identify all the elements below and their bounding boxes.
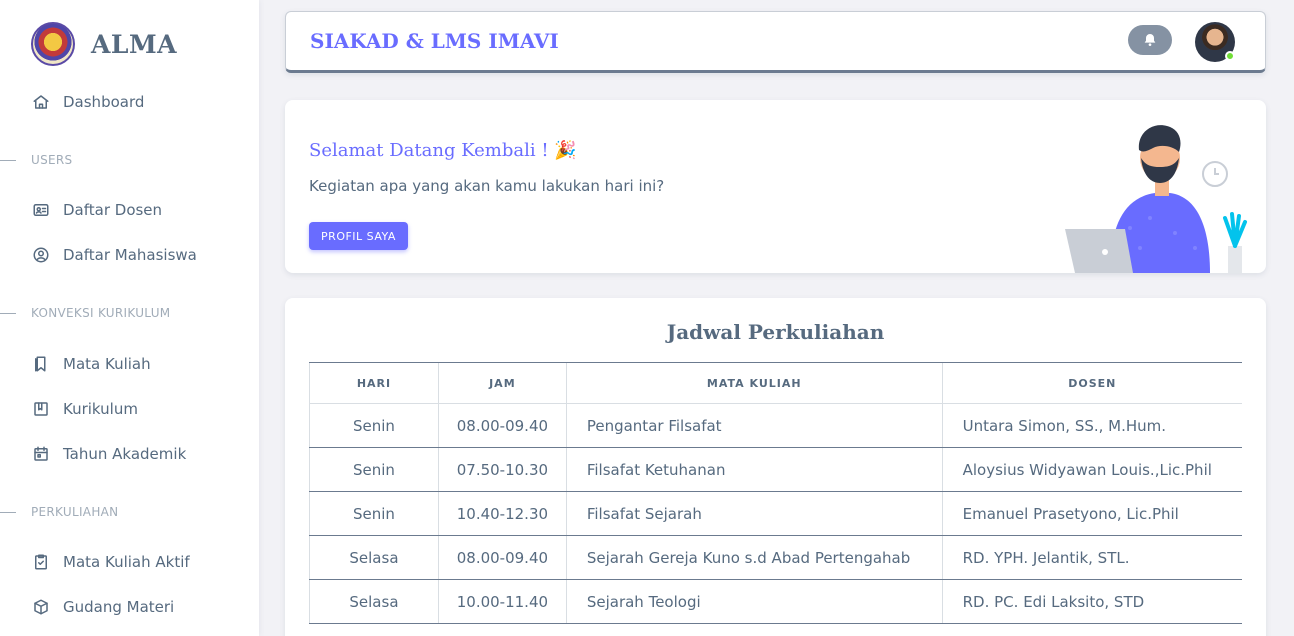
cell-jam: 10.00-11.40 <box>437 579 567 624</box>
app-title: SIAKAD & LMS IMAVI <box>310 29 559 53</box>
section-label: PERKULIAHAN <box>31 505 119 519</box>
id-card-icon <box>31 200 51 220</box>
cell-jam: 08.00-09.40 <box>437 535 567 580</box>
cell-hari: Selasa <box>309 535 439 580</box>
cell-hari: Senin <box>309 403 439 448</box>
sidebar: ALMA Dashboard USERS Daftar Dosen Daftar… <box>0 0 259 636</box>
sidebar-item-label: Daftar Dosen <box>63 201 163 219</box>
column-header-jam: JAM <box>437 362 567 404</box>
cell-hari: Senin <box>309 491 439 536</box>
cell-hari: Selasa <box>309 579 439 624</box>
clipboard-check-icon <box>31 552 51 572</box>
notification-button[interactable] <box>1128 25 1172 55</box>
cell-mata-kuliah: Filsafat Ketuhanan <box>565 447 943 492</box>
sidebar-item-label: Mata Kuliah Aktif <box>63 553 190 571</box>
sidebar-item-gudang-materi[interactable]: Gudang Materi <box>31 595 174 619</box>
sidebar-item-label: Kurikulum <box>63 400 138 418</box>
top-navbar: SIAKAD & LMS IMAVI <box>285 11 1266 73</box>
section-konveksi-kurikulum: KONVEKSI KURIKULUM <box>0 306 170 320</box>
sidebar-item-label: Tahun Akademik <box>63 445 187 463</box>
table-row: Senin 08.00-09.40 Pengantar Filsafat Unt… <box>309 403 1242 448</box>
book-icon <box>31 399 51 419</box>
online-status-dot <box>1225 51 1235 61</box>
table-row: Selasa 08.00-09.40 Sejarah Gereja Kuno s… <box>309 535 1242 580</box>
brand[interactable]: ALMA <box>31 22 177 66</box>
brand-name: ALMA <box>91 29 178 59</box>
table-row: Senin 07.50-10.30 Filsafat Ketuhanan Alo… <box>309 447 1242 492</box>
user-avatar[interactable] <box>1195 22 1235 62</box>
welcome-card: Selamat Datang Kembali ! 🎉 Kegiatan apa … <box>285 100 1266 273</box>
cell-jam: 07.50-10.30 <box>437 447 567 492</box>
cell-dosen: RD. YPH. Jelantik, STL. <box>941 535 1242 580</box>
welcome-subtitle: Kegiatan apa yang akan kamu lakukan hari… <box>309 177 665 195</box>
package-icon <box>31 597 51 617</box>
section-perkuliahan: PERKULIAHAN <box>0 505 118 519</box>
cell-mata-kuliah: Pengantar Filsafat <box>565 403 943 448</box>
cell-jam: 10.40-12.30 <box>437 491 567 536</box>
cell-dosen: Untara Simon, SS., M.Hum. <box>941 403 1242 448</box>
cell-mata-kuliah: Sejarah Teologi <box>565 579 943 624</box>
sidebar-item-dashboard[interactable]: Dashboard <box>31 90 144 114</box>
table-header-row: HARI JAM MATA KULIAH DOSEN <box>309 362 1242 404</box>
schedule-title: Jadwal Perkuliahan <box>666 320 885 344</box>
user-circle-icon <box>31 245 51 265</box>
sidebar-item-daftar-mahasiswa[interactable]: Daftar Mahasiswa <box>31 243 197 267</box>
cell-mata-kuliah: Sejarah Gereja Kuno s.d Abad Pertengahab <box>565 535 943 580</box>
cell-dosen: RD. PC. Edi Laksito, STD <box>941 579 1242 624</box>
column-header-dosen: DOSEN <box>941 362 1242 404</box>
column-header-hari: HARI <box>309 362 439 404</box>
sidebar-item-mata-kuliah-aktif[interactable]: Mata Kuliah Aktif <box>31 550 190 574</box>
sidebar-item-label: Daftar Mahasiswa <box>63 246 197 264</box>
sidebar-item-kurikulum[interactable]: Kurikulum <box>31 397 138 421</box>
sidebar-item-daftar-dosen[interactable]: Daftar Dosen <box>31 198 162 222</box>
section-label: KONVEKSI KURIKULUM <box>31 306 171 320</box>
section-users: USERS <box>0 153 72 167</box>
cell-mata-kuliah: Filsafat Sejarah <box>565 491 943 536</box>
schedule-card: Jadwal Perkuliahan HARI JAM MATA KULIAH … <box>285 298 1266 636</box>
schedule-table: HARI JAM MATA KULIAH DOSEN Senin 08.00-0… <box>309 362 1242 624</box>
cell-dosen: Aloysius Widyawan Louis.,Lic.Phil <box>941 447 1242 492</box>
cell-dosen: Emanuel Prasetyono, Lic.Phil <box>941 491 1242 536</box>
cell-jam: 08.00-09.40 <box>437 403 567 448</box>
sidebar-item-label: Mata Kuliah <box>63 355 151 373</box>
cell-hari: Senin <box>309 447 439 492</box>
sidebar-item-mata-kuliah[interactable]: Mata Kuliah <box>31 352 151 376</box>
sidebar-item-label: Dashboard <box>63 93 145 111</box>
home-icon <box>31 92 51 112</box>
section-label: USERS <box>31 153 73 167</box>
welcome-title: Selamat Datang Kembali ! 🎉 <box>309 140 577 161</box>
university-seal-logo <box>31 22 75 66</box>
bell-icon <box>1144 34 1156 46</box>
calendar-icon <box>31 444 51 464</box>
table-row: Selasa 10.00-11.40 Sejarah Teologi RD. P… <box>309 579 1242 624</box>
column-header-mata-kuliah: MATA KULIAH <box>565 362 943 404</box>
table-row: Senin 10.40-12.30 Filsafat Sejarah Emanu… <box>309 491 1242 536</box>
profile-button[interactable]: PROFIL SAYA <box>309 222 408 250</box>
bookmark-icon <box>31 354 51 374</box>
sidebar-item-label: Gudang Materi <box>63 598 175 616</box>
man-with-laptop-illustration <box>1065 125 1247 273</box>
sidebar-item-tahun-akademik[interactable]: Tahun Akademik <box>31 442 186 466</box>
